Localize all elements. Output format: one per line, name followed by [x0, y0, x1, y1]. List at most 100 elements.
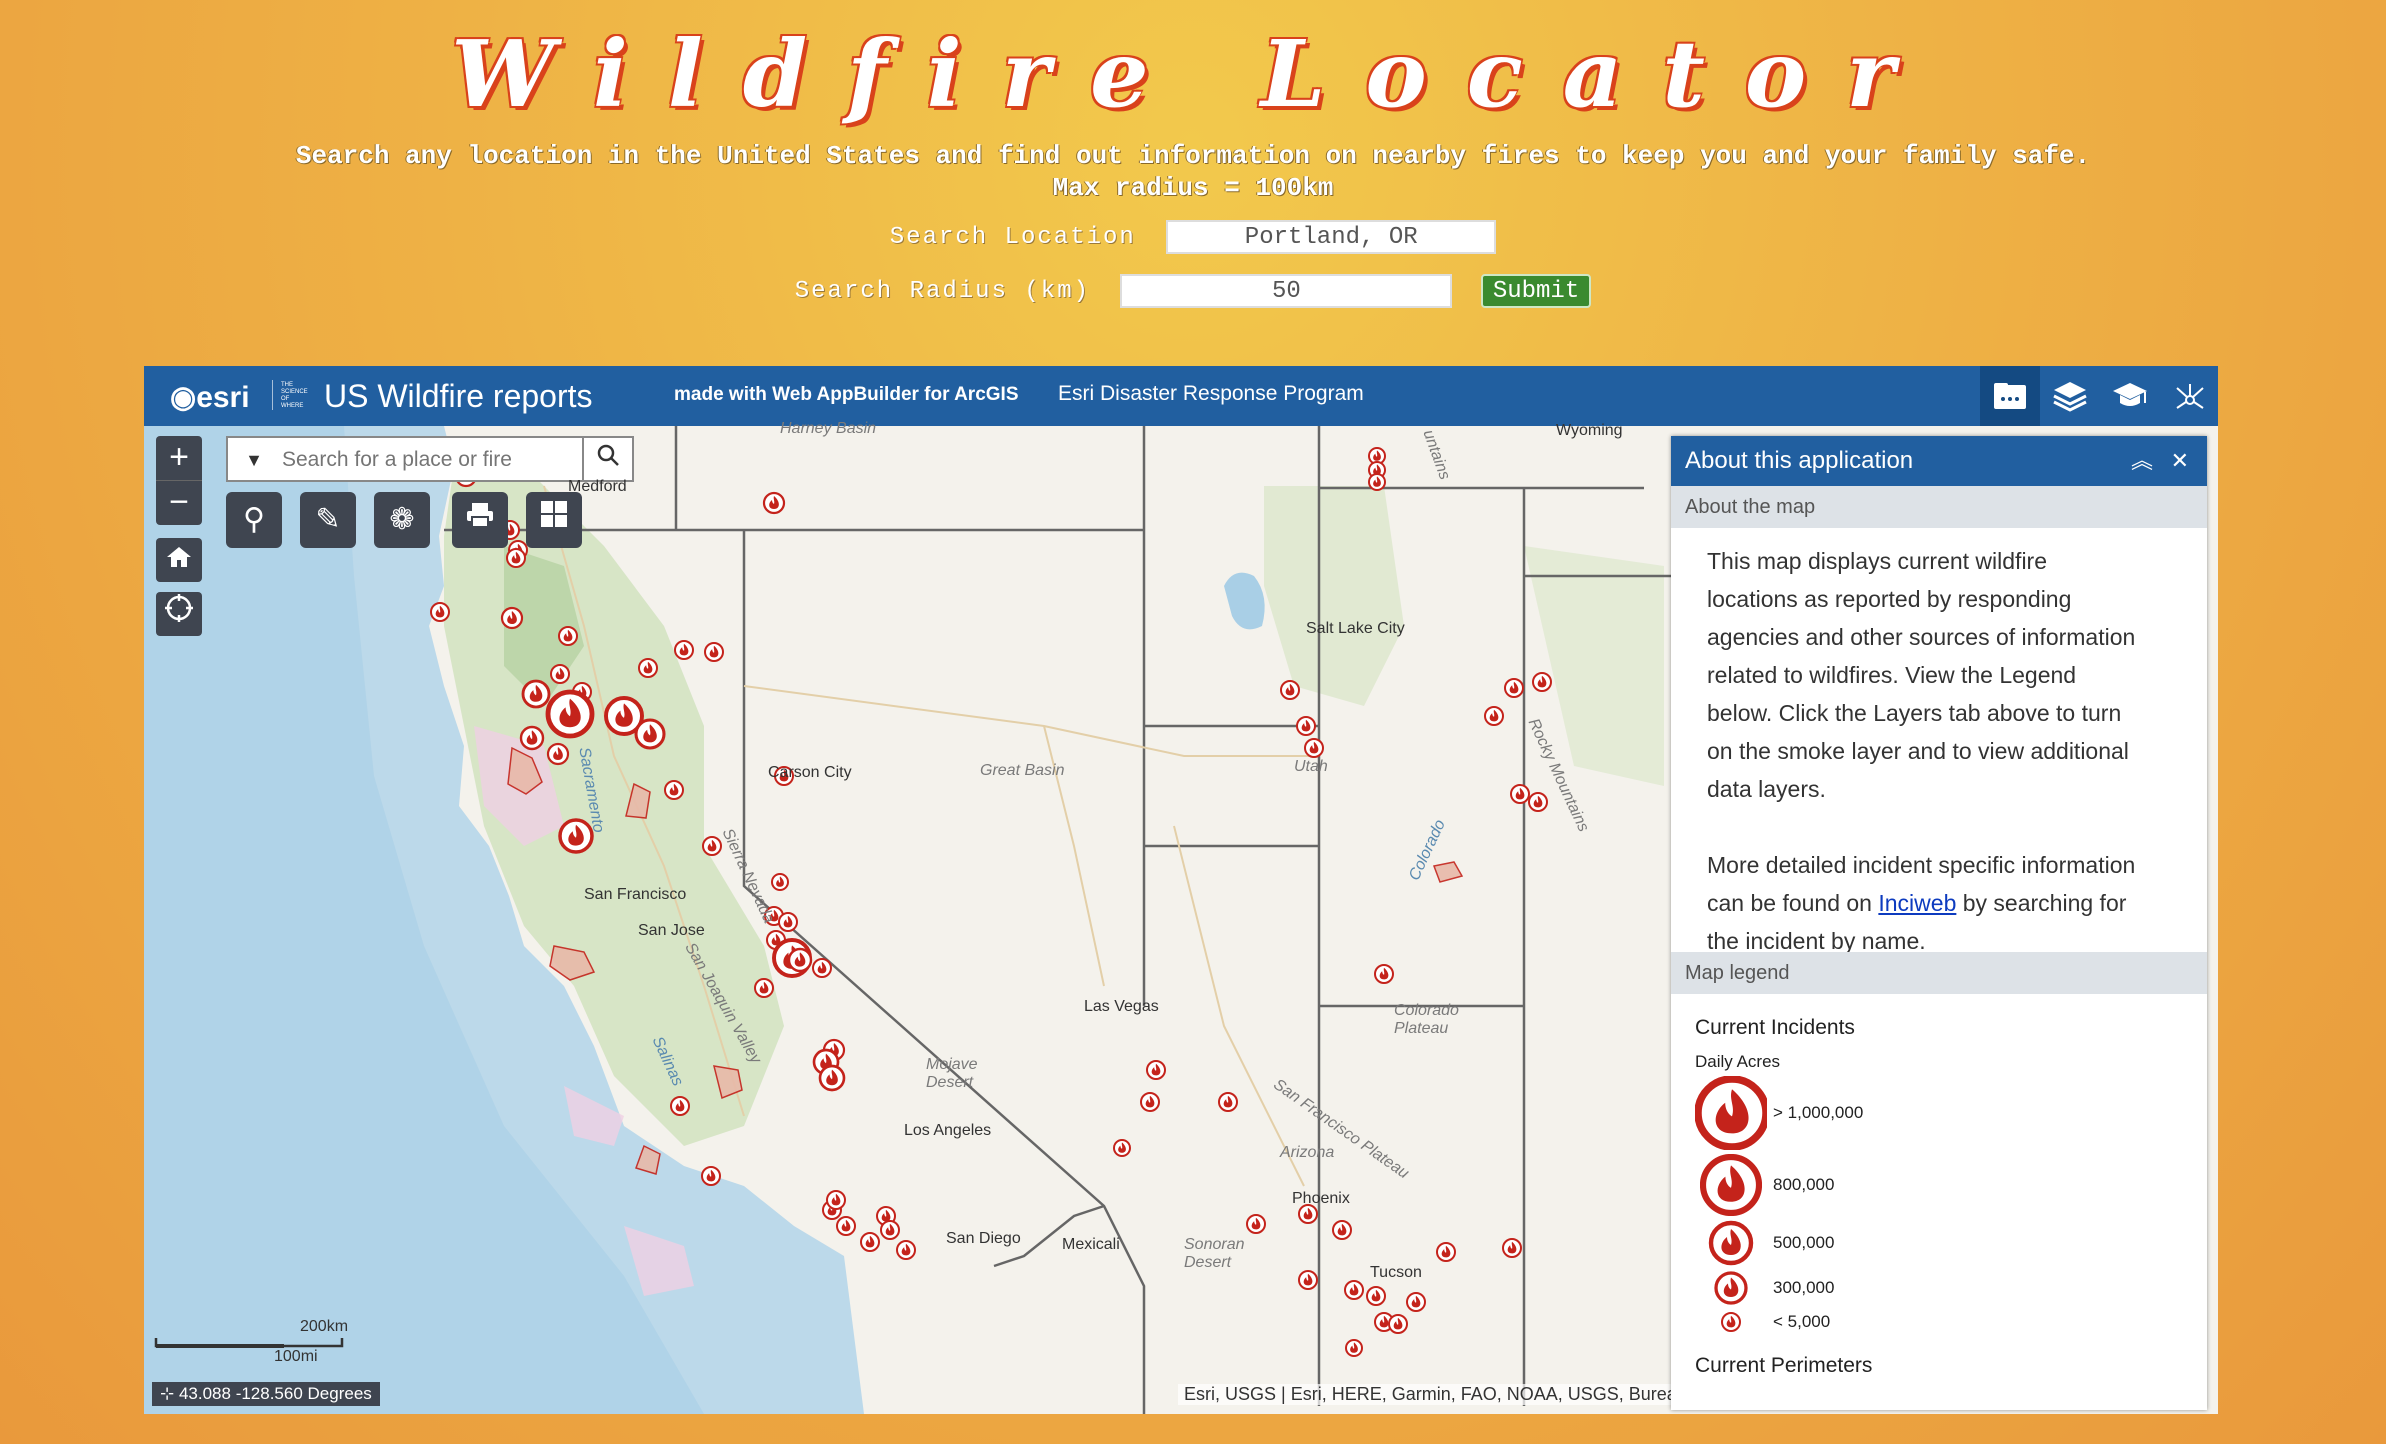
legend-item: > 1,000,000: [1695, 1076, 2183, 1150]
fire-marker[interactable]: [704, 642, 724, 662]
locate-button[interactable]: [156, 592, 202, 636]
fire-marker[interactable]: [702, 836, 722, 856]
scale-bar: 200km 100mi: [154, 1318, 348, 1365]
print-tool[interactable]: [452, 492, 508, 548]
zoom-in-button[interactable]: +: [156, 436, 202, 480]
fire-marker[interactable]: [1436, 1242, 1456, 1262]
fire-marker[interactable]: [1113, 1139, 1131, 1157]
close-icon[interactable]: ✕: [2171, 436, 2189, 486]
fire-marker[interactable]: [1406, 1292, 1426, 1312]
about-icon[interactable]: [1980, 366, 2040, 426]
fire-marker[interactable]: [674, 640, 694, 660]
fire-marker[interactable]: [506, 548, 526, 568]
bookmark-tool[interactable]: ⚲: [226, 492, 282, 548]
measure-tool[interactable]: ✎: [300, 492, 356, 548]
zoom-out-button[interactable]: −: [156, 480, 202, 525]
fire-marker[interactable]: [1510, 784, 1530, 804]
fire-marker[interactable]: [812, 958, 832, 978]
fire-marker[interactable]: [1218, 1092, 1238, 1112]
collapse-icon[interactable]: ︽: [2131, 436, 2153, 486]
about-section-header[interactable]: About the map: [1671, 486, 2207, 528]
legend-item: 800,000: [1695, 1154, 2183, 1216]
fire-marker[interactable]: [1484, 706, 1504, 726]
page-title: Wildfire Locator: [451, 20, 1935, 128]
fire-marker[interactable]: [1504, 678, 1524, 698]
fire-marker[interactable]: [1344, 1280, 1364, 1300]
legend-section-header[interactable]: Map legend: [1671, 952, 2207, 994]
fire-marker[interactable]: [1368, 473, 1386, 491]
fire-marker[interactable]: [558, 626, 578, 646]
fire-marker[interactable]: [1246, 1214, 1266, 1234]
fire-marker[interactable]: [1532, 672, 1552, 692]
legend-item-label: 500,000: [1773, 1233, 1835, 1252]
legend-fire-marker[interactable]: [1714, 1271, 1748, 1305]
fire-marker[interactable]: [1146, 1060, 1166, 1080]
search-icon[interactable]: [582, 438, 632, 480]
location-input[interactable]: [1166, 220, 1497, 254]
fire-marker[interactable]: [771, 873, 789, 891]
fire-marker[interactable]: [1298, 1270, 1318, 1290]
fire-marker[interactable]: [754, 978, 774, 998]
fire-marker[interactable]: [1296, 716, 1316, 736]
fire-marker[interactable]: [1374, 964, 1394, 984]
fire-marker[interactable]: [762, 491, 786, 515]
fire-marker[interactable]: [519, 725, 545, 751]
about-paragraph-1: This map displays current wildfire locat…: [1707, 548, 2136, 802]
legend-fire-marker[interactable]: [1695, 1076, 1767, 1150]
radius-row: Search Radius (km) Submit: [0, 274, 2386, 308]
panel-title: About this application: [1685, 447, 1914, 474]
fire-marker[interactable]: [521, 679, 551, 709]
fire-marker[interactable]: [826, 1190, 846, 1210]
basemap-tool[interactable]: ❁: [374, 492, 430, 548]
fire-marker[interactable]: [500, 606, 524, 630]
fire-marker[interactable]: [546, 742, 570, 766]
inciweb-link[interactable]: Inciweb: [1878, 890, 1956, 916]
fire-marker[interactable]: [1332, 1220, 1352, 1240]
program-link[interactable]: Esri Disaster Response Program: [1058, 382, 1364, 406]
fire-marker[interactable]: [860, 1232, 880, 1252]
fire-marker[interactable]: [1366, 1286, 1386, 1306]
fire-marker[interactable]: [1502, 1238, 1522, 1258]
label-utah: Utah: [1294, 758, 1328, 775]
grid-tool[interactable]: [526, 492, 582, 548]
share-icon[interactable]: [2160, 366, 2218, 426]
submit-button[interactable]: Submit: [1480, 274, 1592, 308]
fire-marker[interactable]: [896, 1240, 916, 1260]
fire-marker[interactable]: [664, 780, 684, 800]
coordinate-readout[interactable]: ⊹ 43.088 -128.560 Degrees: [152, 1382, 380, 1406]
fire-marker[interactable]: [1345, 1339, 1363, 1357]
search-source-dropdown[interactable]: ▼: [236, 446, 272, 474]
fire-marker[interactable]: [1388, 1314, 1408, 1334]
fire-marker[interactable]: [1140, 1092, 1160, 1112]
fire-marker[interactable]: [1304, 738, 1324, 758]
home-button[interactable]: [156, 538, 202, 582]
radius-input[interactable]: [1120, 274, 1453, 308]
map-app-title: US Wildfire reports: [324, 378, 593, 414]
fire-marker[interactable]: [545, 689, 595, 739]
label-phoenix: Phoenix: [1292, 1190, 1350, 1207]
legend-fire-marker[interactable]: [1700, 1154, 1762, 1216]
made-with-text[interactable]: made with Web AppBuilder for ArcGIS: [674, 384, 1019, 406]
legend-fire-marker[interactable]: [1708, 1220, 1754, 1266]
fire-marker[interactable]: [818, 1064, 846, 1092]
fire-marker[interactable]: [880, 1220, 900, 1240]
grid-icon: [541, 501, 567, 527]
fire-marker[interactable]: [701, 1166, 721, 1186]
scale-mi: 100mi: [274, 1348, 318, 1365]
fire-marker[interactable]: [1528, 792, 1548, 812]
fire-marker[interactable]: [1280, 680, 1300, 700]
layers-icon[interactable]: [2040, 366, 2100, 426]
fire-marker[interactable]: [550, 664, 570, 684]
fire-marker[interactable]: [634, 718, 666, 750]
fire-icon: [1695, 1270, 1767, 1306]
map-search-input[interactable]: [280, 444, 564, 476]
learn-icon[interactable]: [2100, 366, 2160, 426]
fire-marker[interactable]: [836, 1216, 856, 1236]
fire-marker[interactable]: [670, 1096, 690, 1116]
fire-marker[interactable]: [778, 912, 798, 932]
fire-marker[interactable]: [638, 658, 658, 678]
fire-marker[interactable]: [787, 947, 813, 973]
legend-fire-marker[interactable]: [1721, 1312, 1741, 1332]
fire-marker[interactable]: [430, 602, 450, 622]
location-row: Search Location: [0, 220, 2386, 254]
